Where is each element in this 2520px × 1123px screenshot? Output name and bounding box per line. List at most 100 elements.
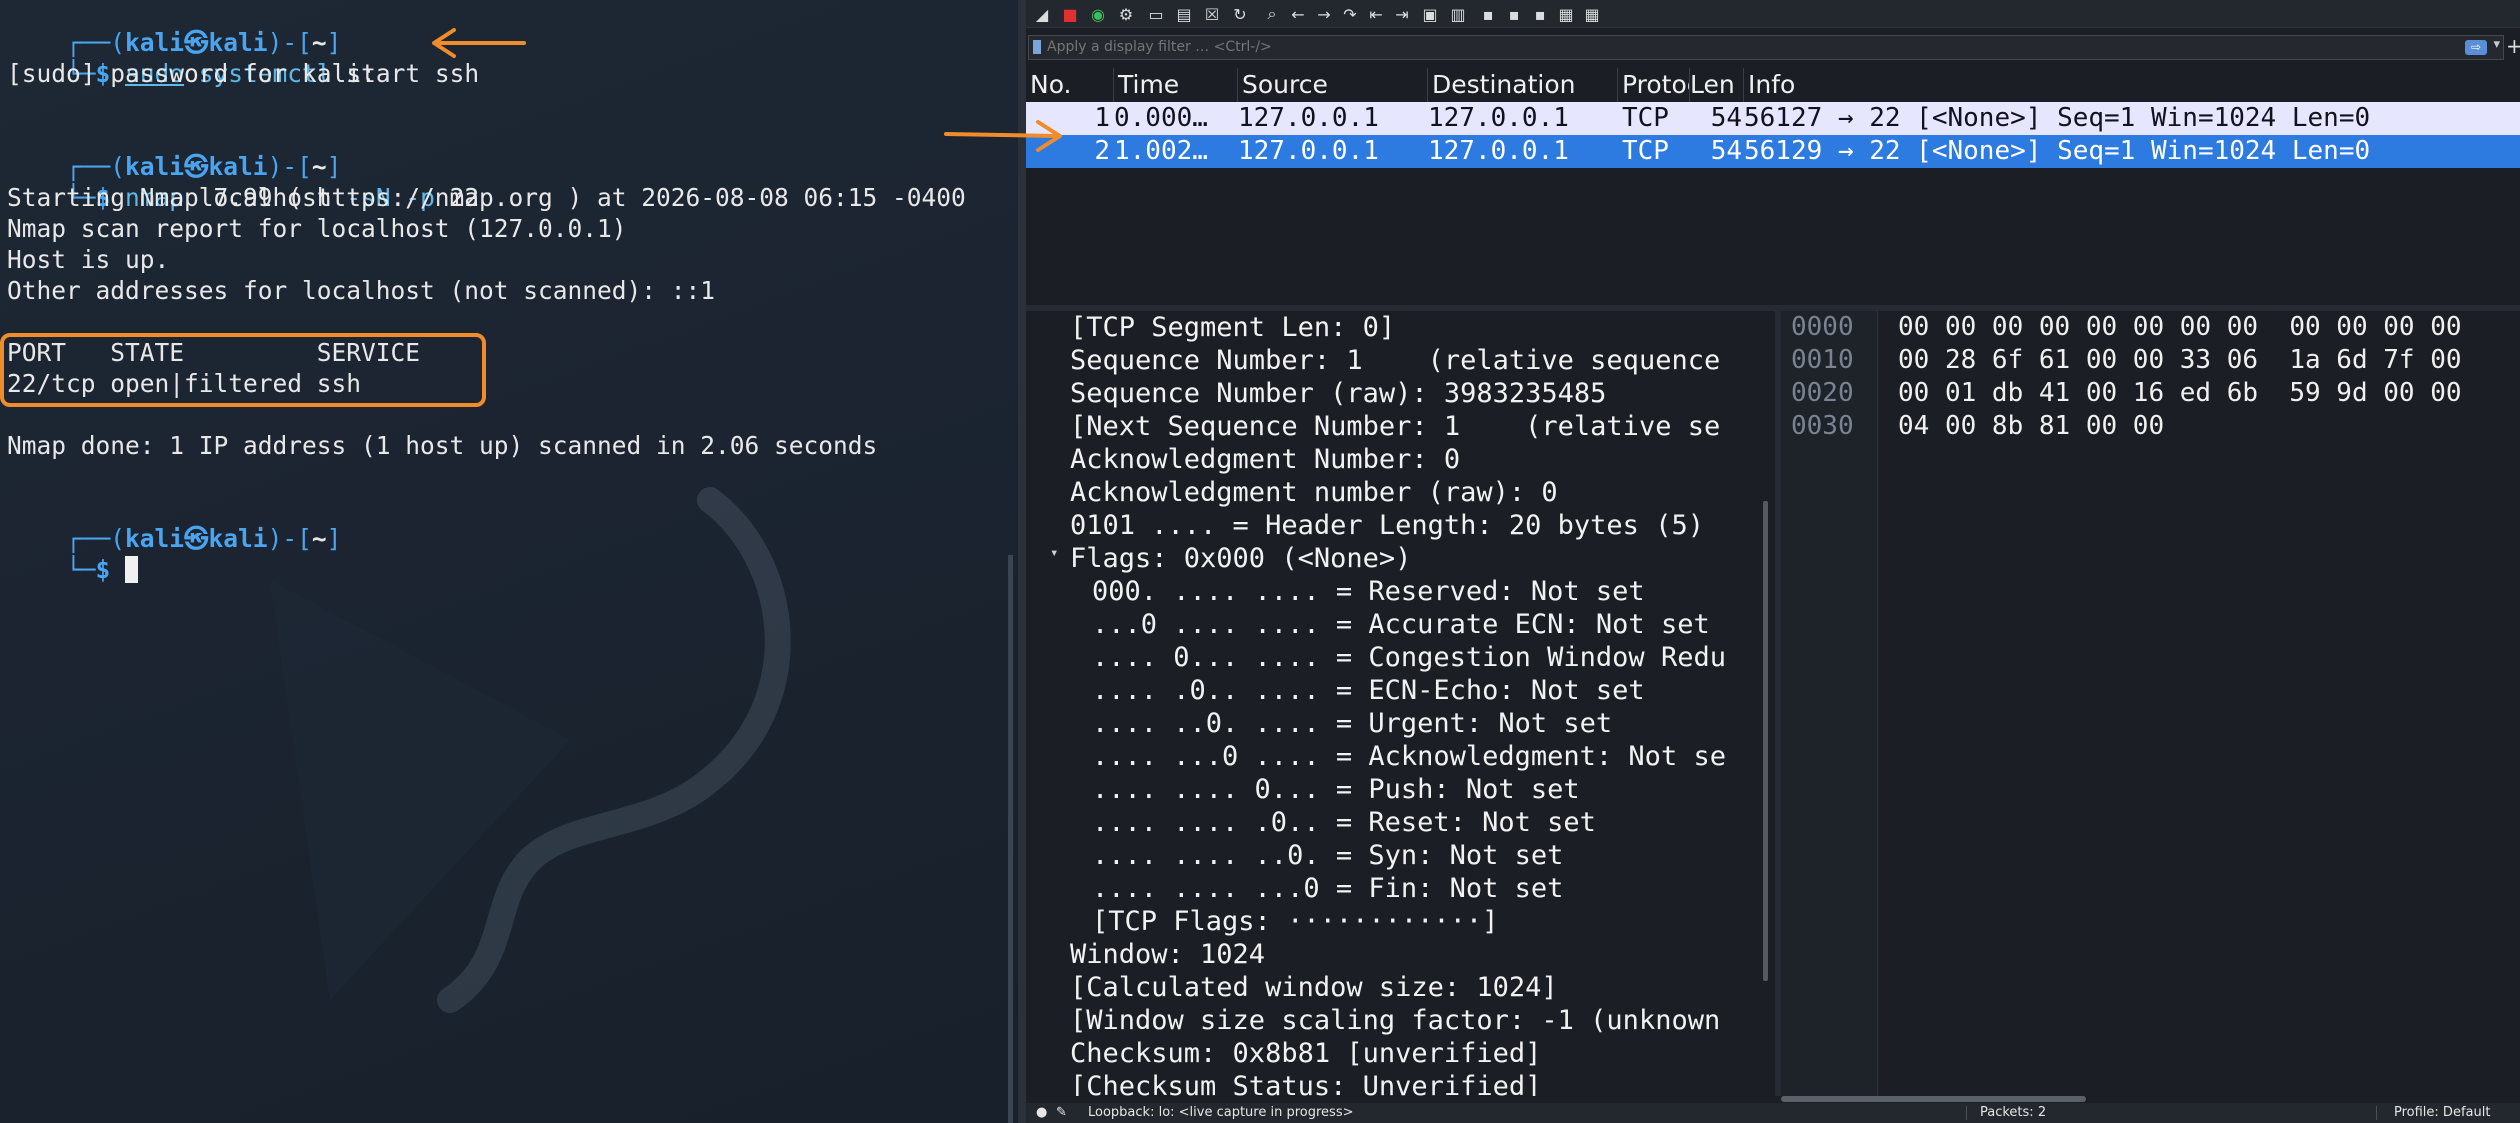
sudo-password-prompt: [sudo] password for kali: [7,59,376,88]
resize-columns-icon[interactable]: ▦ [1554,2,1578,26]
reload-file-icon[interactable]: ↻ [1228,2,1252,26]
text-cursor [125,556,139,583]
flag-line[interactable]: .... ...0 .... = Acknowledgment: Not se [1092,740,1726,773]
port-result-highlight-box [0,333,486,407]
prompt-mid: )-[ [267,524,312,553]
restart-capture-icon[interactable]: ◉ [1086,2,1110,26]
byte-hex[interactable]: 00 00 00 00 00 00 00 00 00 00 00 00 [1898,311,2462,344]
last-packet-icon[interactable]: ⇥ [1390,2,1414,26]
detail-line[interactable]: [Window size scaling factor: -1 (unknown [1070,1004,1720,1037]
packet-list-empty-area[interactable] [1026,168,2520,305]
byte-offset: 0030 [1791,411,1854,441]
open-file-icon[interactable]: ▭ [1144,2,1168,26]
byte-hex[interactable]: 00 01 db 41 00 16 ed 6b 59 9d 00 00 [1898,377,2462,410]
prompt-at: ㉿ [184,524,209,553]
go-to-packet-icon[interactable]: ↷ [1338,2,1362,26]
packet-length: 54 [1710,136,1742,166]
find-packet-icon[interactable]: ⌕ [1260,2,1284,26]
stop-capture-icon[interactable]: ■ [1058,2,1082,26]
detail-line[interactable]: Sequence Number (raw): 3983235485 [1070,377,1606,410]
terminal-window[interactable]: ┌──(kali㉿kali)-[~] └─$ sudo systemctl st… [0,0,1018,1123]
go-forward-icon[interactable]: → [1312,2,1336,26]
detail-line[interactable]: [Next Sequence Number: 1 (relative se [1070,410,1720,443]
display-filter-input[interactable] [1047,36,2447,59]
flag-line[interactable]: .... 0... .... = Congestion Window Redu [1092,641,1726,674]
details-scrollbar[interactable] [1763,501,1768,981]
display-filter-bar: ⇨ ▾ [1028,35,2504,60]
column-header-info[interactable]: Info [1744,68,2520,102]
autoscroll-icon[interactable]: ▣ [1418,2,1442,26]
detail-line[interactable]: 0101 .... = Header Length: 20 bytes (5) [1070,509,1704,542]
detail-line[interactable]: Acknowledgment Number: 0 [1070,443,1460,476]
expand-subtrees-icon[interactable]: ▦ [1580,2,1604,26]
go-back-icon[interactable]: ← [1286,2,1310,26]
detail-line[interactable]: [Calculated window size: 1024] [1070,971,1558,1004]
expert-info-icon[interactable]: ● [1036,1103,1047,1123]
byte-hex[interactable]: 04 00 8b 81 00 00 [1898,410,2164,443]
detail-line[interactable]: Window: 1024 [1070,938,1265,971]
column-header-source[interactable]: Source [1238,68,1428,102]
detail-line[interactable]: [TCP Segment Len: 0] [1070,311,1395,344]
add-filter-button[interactable]: + [2506,34,2520,58]
packet-details-pane[interactable]: [TCP Segment Len: 0] Sequence Number: 1 … [1026,311,1770,1096]
main-toolbar: ◢ ■ ◉ ⚙ ▭ ▤ ☒ ↻ ⌕ ← → ↷ ⇤ ⇥ ▣ ▥ ▪ ▪ ▪ ▦ … [1026,0,2520,28]
detail-line[interactable]: Acknowledgment number (raw): 0 [1070,476,1558,509]
nmap-report-line: Nmap scan report for localhost (127.0.0.… [7,214,627,243]
flag-line[interactable]: .... .... .0.. = Reset: Not set [1092,806,1596,839]
capture-options-icon[interactable]: ⚙ [1114,2,1138,26]
status-separator [1966,1106,1967,1120]
packet-info: 56129 → 22 [<None>] Seq=1 Win=1024 Len=0 [1744,136,2371,166]
zoom-out-icon[interactable]: ▪ [1502,2,1526,26]
detail-line-flags[interactable]: Flags: 0x000 (<None>) [1070,542,1411,575]
packet-destination: 127.0.0.1 [1428,103,1569,133]
terminal-scrollbar[interactable] [1008,555,1013,1123]
save-file-icon[interactable]: ▤ [1172,2,1196,26]
colorize-icon[interactable]: ▥ [1446,2,1470,26]
packets-count: Packets: 2 [1980,1105,2047,1120]
detail-line[interactable]: Sequence Number: 1 (relative sequence [1070,344,1720,377]
status-bar: ● ✎ Loopback: lo: <live capture in progr… [1026,1103,2520,1123]
expand-arrow-icon[interactable]: ▾ [1050,545,1058,561]
packet-bytes-pane[interactable]: 0000 00 00 00 00 00 00 00 00 00 00 00 00… [1781,311,2520,1096]
detail-line[interactable]: Checksum: 0x8b81 [unverified] [1070,1037,1541,1070]
bookmark-icon[interactable] [1033,40,1041,54]
prompt-dollar: └─$ [66,555,126,584]
first-packet-icon[interactable]: ⇤ [1364,2,1388,26]
prompt-header-3: ┌──(kali㉿kali)-[~] [7,492,341,553]
byte-hex[interactable]: 00 28 6f 61 00 00 33 06 1a 6d 7f 00 [1898,344,2462,377]
filter-dropdown-icon[interactable]: ▾ [2493,37,2500,52]
command-line-1: └─$ sudo systemctl start ssh [7,27,479,88]
flag-line[interactable]: .... .... 0... = Push: Not set [1092,773,1580,806]
prompt-header-2: ┌──(kali㉿kali)-[~] [7,120,341,181]
packet-source: 127.0.0.1 [1238,136,1379,166]
column-header-protocol[interactable]: Protoc [1618,68,1690,102]
command-line-active[interactable]: └─$ [7,523,139,584]
capture-status-text: Loopback: lo: <live capture in progress> [1088,1105,1354,1120]
prompt-path: ~ [311,524,327,553]
wireshark-window[interactable]: ◢ ■ ◉ ⚙ ▭ ▤ ☒ ↻ ⌕ ← → ↷ ⇤ ⇥ ▣ ▥ ▪ ▪ ▪ ▦ … [1026,0,2520,1123]
capture-comment-icon[interactable]: ✎ [1056,1103,1067,1123]
column-header-time[interactable]: Time [1114,68,1238,102]
packet-row[interactable]: 1 0.000… 127.0.0.1 127.0.0.1 TCP 54 5612… [1026,102,2520,135]
horizontal-scrollbar-thumb[interactable] [1781,1096,2086,1102]
normal-size-icon[interactable]: ▪ [1528,2,1552,26]
packet-row-selected[interactable]: 2 1.002… 127.0.0.1 127.0.0.1 TCP 54 5612… [1026,135,2520,168]
column-header-destination[interactable]: Destination [1428,68,1618,102]
zoom-in-icon[interactable]: ▪ [1476,2,1500,26]
flag-line[interactable]: [TCP Flags: ············] [1092,905,1498,938]
column-header-no[interactable]: No. [1026,68,1114,102]
profile-label[interactable]: Profile: Default [2394,1103,2490,1123]
flag-line[interactable]: ...0 .... .... = Accurate ECN: Not set [1092,608,1710,641]
packet-time: 0.000… [1114,103,1208,133]
flag-line[interactable]: .... .... ...0 = Fin: Not set [1092,872,1563,905]
close-file-icon[interactable]: ☒ [1200,2,1224,26]
flag-line[interactable]: .... .... ..0. = Syn: Not set [1092,839,1563,872]
detail-line[interactable]: [Checksum Status: Unverified] [1070,1070,1541,1096]
flag-line[interactable]: 000. .... .... = Reserved: Not set [1092,575,1645,608]
shark-fin-start-icon[interactable]: ◢ [1030,2,1054,26]
flag-line[interactable]: .... .0.. .... = ECN-Echo: Not set [1092,674,1645,707]
window-divider [1018,0,1026,1123]
flag-line[interactable]: .... ..0. .... = Urgent: Not set [1092,707,1612,740]
column-header-length[interactable]: Len [1690,68,1744,102]
apply-filter-arrow-icon[interactable]: ⇨ [2465,40,2487,55]
